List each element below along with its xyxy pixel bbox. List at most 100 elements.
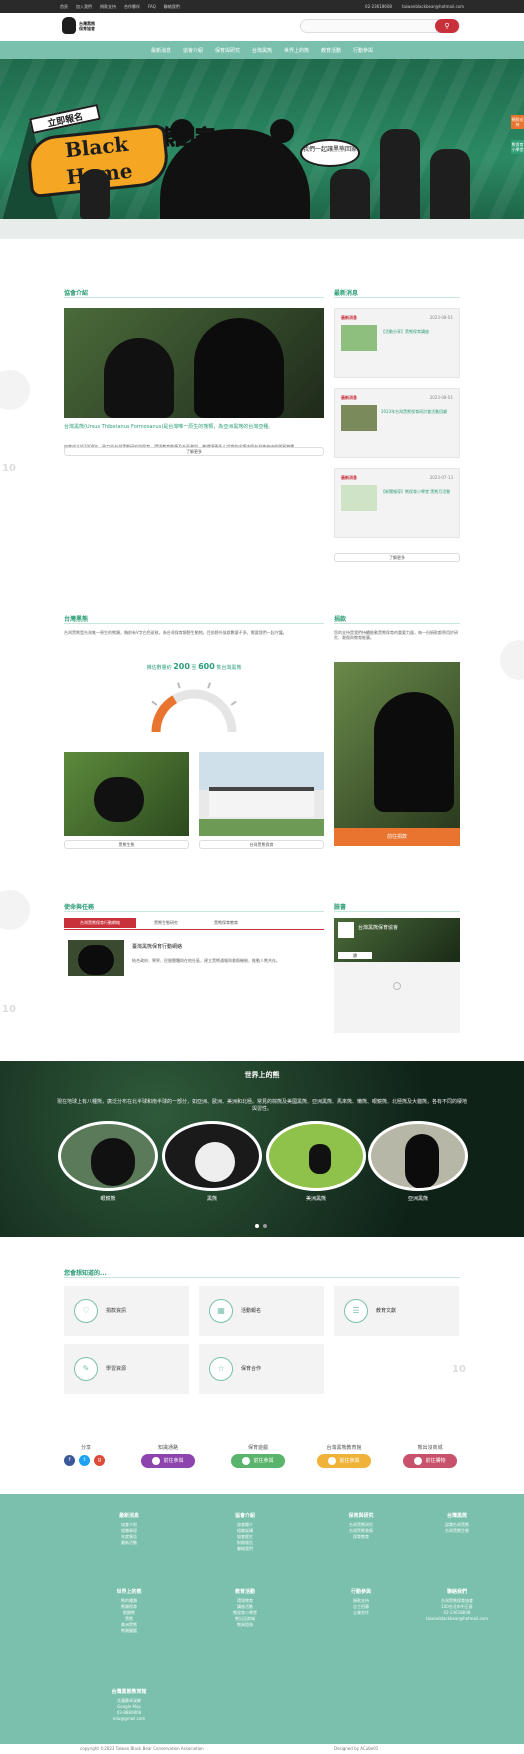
logo-line2: 保育協會	[79, 25, 95, 31]
bear-circle[interactable]	[58, 1121, 158, 1191]
news-card[interactable]: 最新消息 2023-07-13 【新聞報導】熊保育小學堂 黑熊月活動	[334, 468, 460, 538]
know-card[interactable]: ☆ 保育合作	[199, 1344, 324, 1394]
news-title: 最新消息	[334, 290, 359, 297]
nav-item[interactable]: 教育活動	[321, 47, 341, 54]
footer-heading[interactable]: 行動參與	[316, 1588, 406, 1595]
estimate-mid: 至	[191, 665, 197, 671]
footer-link[interactable]: taiwanblackbear@hotmail.com	[412, 1616, 502, 1622]
footer-link[interactable]: 企業合作	[316, 1610, 406, 1616]
facebook-like-button[interactable]: 讚	[338, 952, 372, 959]
gauge-tick	[176, 682, 181, 689]
footer-column: 台灣黑熊 認識台灣黑熊 台灣黑熊生態	[412, 1512, 502, 1534]
mission-item-title[interactable]: 臺灣黑熊保育行動網絡	[132, 945, 322, 950]
side-tab-donate[interactable]: 捐款支持	[511, 115, 524, 129]
search-button[interactable]: ⚲	[435, 19, 459, 33]
gauge-tick	[207, 682, 212, 689]
bear-label[interactable]: 亞洲黑熊	[368, 1195, 468, 1202]
utility-link[interactable]: 合作夥伴	[124, 4, 140, 10]
photo-bear-ecology[interactable]	[64, 752, 189, 836]
footer-heading[interactable]: 台灣黑熊教育館	[84, 1688, 174, 1695]
footer-heading[interactable]: 台灣黑熊	[412, 1512, 502, 1519]
facebook-title: 臉書	[334, 904, 347, 911]
footer-link[interactable]: edu@gmail.com	[84, 1716, 174, 1722]
nav-item[interactable]: 世界上的熊	[284, 47, 309, 54]
footer-link[interactable]: 聯絡我們	[200, 1546, 290, 1552]
about-more-button[interactable]: 了解更多	[64, 447, 324, 456]
nav-item[interactable]: 最新消息	[151, 47, 171, 54]
share-group-button[interactable]: 前往參與	[317, 1454, 371, 1468]
news-thumbnail	[341, 325, 377, 351]
photo-caption[interactable]: 台灣黑熊保育	[199, 840, 324, 849]
news-more-button[interactable]: 了解更多	[334, 553, 460, 562]
contact-info: 02-23618608 taiwanblackbear@hotmail.com	[365, 4, 464, 9]
know-card[interactable]: ▦ 活動報名	[199, 1286, 324, 1336]
news-title-link[interactable]: 【活動分享】黑熊保育講座	[381, 329, 455, 334]
utility-link[interactable]: 捐款支持	[100, 4, 116, 10]
news-date: 2023-08-01	[429, 395, 453, 400]
speech-bubble: 我們一起讓黑熊回家	[300, 139, 360, 167]
news-card[interactable]: 最新消息 2023-08-01 【活動分享】黑熊保育講座	[334, 308, 460, 378]
bear-circle[interactable]	[266, 1121, 366, 1191]
person-photo	[380, 129, 420, 229]
tab-mission-network[interactable]: 台灣黑熊保育行動網絡	[64, 918, 136, 928]
news-tag: 最新消息	[341, 475, 357, 480]
know-card[interactable]: ☰ 教育文獻	[334, 1286, 459, 1336]
footer-link[interactable]: 台灣黑熊生態	[412, 1528, 502, 1534]
bear-circle[interactable]	[162, 1121, 262, 1191]
google-share-icon[interactable]: g	[94, 1455, 105, 1466]
footer-heading[interactable]: 最新消息	[84, 1512, 174, 1519]
estimate-high: 600	[198, 662, 215, 671]
bear-label[interactable]: 美洲黑熊	[266, 1195, 366, 1202]
share-group-button[interactable]: 前往參與	[141, 1454, 195, 1468]
footer-link[interactable]: 最新活動	[84, 1540, 174, 1546]
utility-link[interactable]: FAQ	[148, 4, 156, 10]
know-card[interactable]: ♡ 捐款資訊	[64, 1286, 189, 1336]
bear-label[interactable]: 黑熊	[162, 1195, 262, 1202]
footer-column: 世界上的熊 熊的種類 熊類保育 眼鏡熊 黑熊 美洲黑熊 熊類圖鑑	[84, 1588, 174, 1634]
nav-item[interactable]: 台灣黑熊	[252, 47, 272, 54]
footer-heading[interactable]: 世界上的熊	[84, 1588, 174, 1595]
footer-heading[interactable]: 聯絡我們	[412, 1588, 502, 1595]
nav-item[interactable]: 行動參與	[353, 47, 373, 54]
footer-link[interactable]: 保育教育	[316, 1534, 406, 1540]
footer-link[interactable]: 熊類圖鑑	[84, 1628, 174, 1634]
utility-link[interactable]: 首頁	[60, 4, 68, 10]
utility-link[interactable]: 聯絡我們	[164, 4, 180, 10]
twitter-share-icon[interactable]: t	[79, 1455, 90, 1466]
phone-text: 02-23618608	[365, 4, 392, 9]
news-card[interactable]: 最新消息 2023-08-01 2023年台灣黑熊保育研討會活動回顧	[334, 388, 460, 458]
tab-mission-research[interactable]: 黑熊生態研究	[136, 918, 196, 928]
donate-button[interactable]: 前往捐款	[334, 828, 460, 846]
utility-link[interactable]: 加入我們	[76, 4, 92, 10]
tab-mission-education[interactable]: 黑熊保育教育	[196, 918, 256, 928]
news-tag: 最新消息	[341, 315, 357, 320]
side-tab-school[interactable]: 熊保育小學堂	[511, 140, 524, 154]
share-group-button[interactable]: 前往購物	[403, 1454, 457, 1468]
hero-banner[interactable]: 熊回家 立即報名 Black Home 我們一起讓黑熊回家	[0, 59, 524, 239]
know-card-label: 捐款資訊	[106, 1308, 127, 1314]
nav-item[interactable]: 保育與研究	[215, 47, 240, 54]
nav-item[interactable]: 協會介紹	[183, 47, 203, 54]
anniversary-watermark: 10	[2, 1004, 16, 1015]
site-logo[interactable]: 台灣黑熊 保育協會	[62, 17, 95, 34]
news-title-link[interactable]: 2023年台灣黑熊保育研討會活動回顧	[381, 409, 455, 414]
footer-heading[interactable]: 教育活動	[200, 1588, 290, 1595]
footer-column: 行動參與 捐款支持 志工招募 企業合作	[316, 1588, 406, 1616]
estimate-prefix: 推估數量約	[146, 665, 172, 671]
footer-link[interactable]: 教具租借	[200, 1622, 290, 1628]
photo-education-center[interactable]	[199, 752, 324, 836]
search-input[interactable]: ⚲	[300, 19, 460, 33]
carousel-dot[interactable]	[255, 1224, 259, 1228]
facebook-widget[interactable]: 台灣黑熊保育協會 讚	[334, 918, 460, 1033]
footer-column: 保育與研究 台灣黑熊研究 台灣黑熊救傷 保育教育	[316, 1512, 406, 1540]
footer-heading[interactable]: 保育與研究	[316, 1512, 406, 1519]
share-group-button[interactable]: 前往參與	[231, 1454, 285, 1468]
facebook-share-icon[interactable]: f	[64, 1455, 75, 1466]
news-title-link[interactable]: 【新聞報導】熊保育小學堂 黑熊月活動	[381, 489, 455, 494]
know-card[interactable]: ✎ 學習資源	[64, 1344, 189, 1394]
footer-heading[interactable]: 協會介紹	[200, 1512, 290, 1519]
bear-circle[interactable]	[368, 1121, 468, 1191]
carousel-dot[interactable]	[263, 1224, 267, 1228]
bear-label[interactable]: 眼鏡熊	[58, 1195, 158, 1202]
photo-caption[interactable]: 黑熊生態	[64, 840, 189, 849]
